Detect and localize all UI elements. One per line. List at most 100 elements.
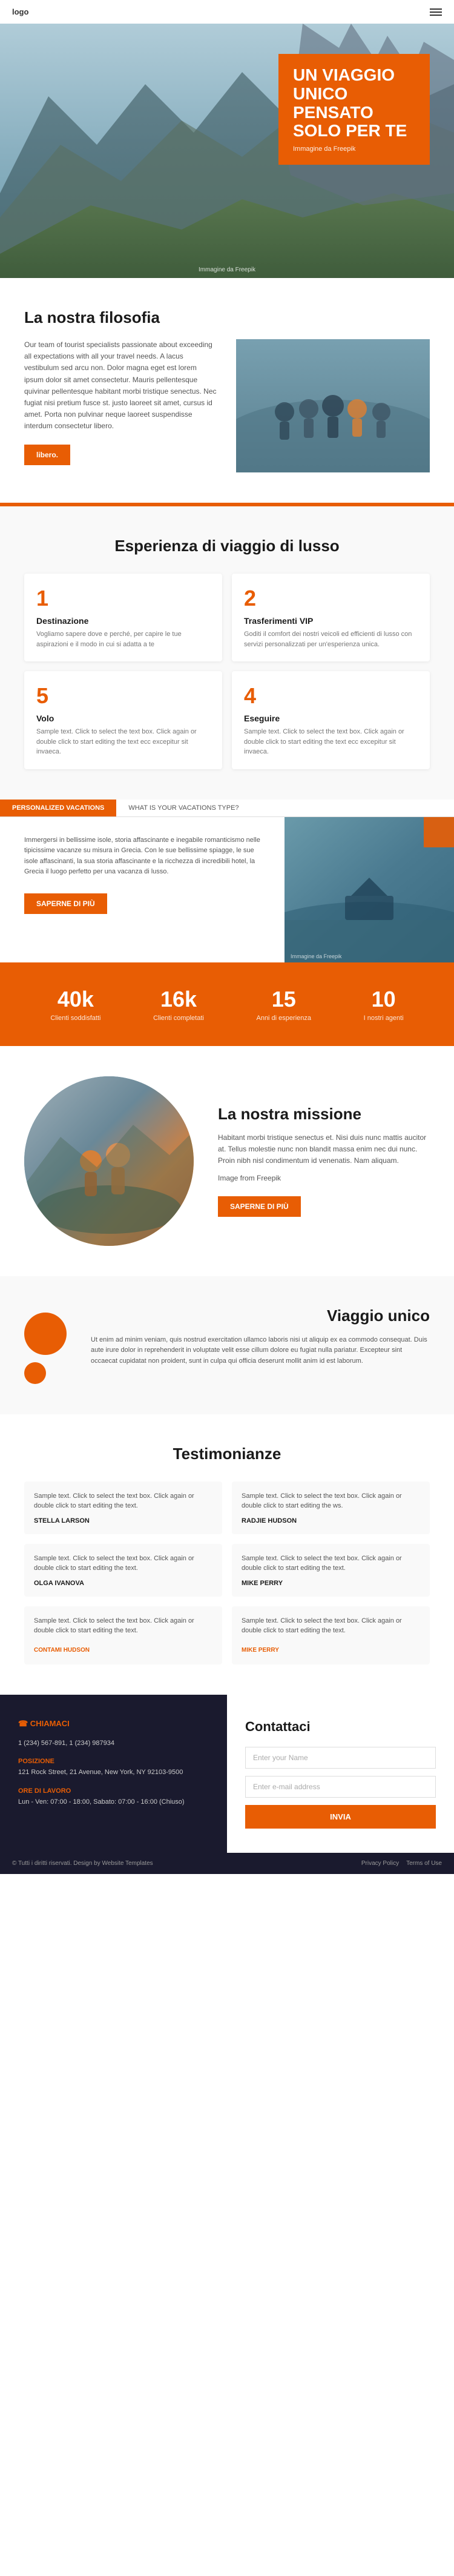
orange-circle-large: [24, 1313, 67, 1355]
tab-vacations-type[interactable]: WHAT IS YOUR VACATIONS TYPE?: [116, 800, 251, 816]
orange-circle-small: [24, 1362, 46, 1384]
hero-credit: Immagine da Freepik: [199, 267, 255, 273]
luxury-card-4-text: Sample text. Click to select the text bo…: [244, 727, 418, 757]
philosophy-content: Our team of tourist specialists passiona…: [24, 339, 430, 472]
testimonial-5-text: Sample text. Click to select the text bo…: [34, 1616, 212, 1636]
luxury-card-1: 1 Destinazione Vogliamo sapere dove e pe…: [24, 574, 222, 661]
footer-copyright: © Tutti i diritti riservati. Design by W…: [12, 1860, 153, 1867]
phone-text: 1 (234) 567-891, 1 (234) 987934: [18, 1738, 209, 1749]
luxury-card-3-text: Sample text. Click to select the text bo…: [36, 727, 210, 757]
philosophy-title: La nostra filosofia: [24, 308, 430, 327]
stat-4-label: I nostri agenti: [364, 1015, 404, 1022]
testimonial-5: Sample text. Click to select the text bo…: [24, 1606, 222, 1664]
phone-label: ☎ CHIAMACI: [18, 1719, 209, 1729]
stat-1-label: Clienti soddisfatti: [50, 1015, 100, 1022]
stat-3-label: Anni di esperienza: [256, 1015, 311, 1022]
stat-4: 10 I nostri agenti: [364, 987, 404, 1022]
testimonial-2-name: RADJIE HUDSON: [242, 1517, 420, 1525]
address-label: POSIZIONE: [18, 1758, 209, 1765]
footer: © Tutti i diritti riservati. Design by W…: [0, 1853, 454, 1874]
phone-item: 1 (234) 567-891, 1 (234) 987934: [18, 1738, 209, 1749]
mission-title: La nostra missione: [218, 1105, 430, 1124]
philosophy-image: [236, 339, 430, 472]
luxury-grid: 1 Destinazione Vogliamo sapere dove e pe…: [24, 574, 430, 769]
philosophy-section: La nostra filosofia Our team of tourist …: [0, 278, 454, 503]
testimonial-1-name: STELLA LARSON: [34, 1517, 212, 1525]
hero-content-box: UN VIAGGIO UNICO PENSATO SOLO PER TE Imm…: [278, 54, 430, 165]
stat-2-number: 16k: [153, 987, 204, 1012]
submit-button[interactable]: INVIA: [245, 1805, 436, 1829]
personalized-credit: Immagine da Freepik: [291, 953, 342, 959]
testimonial-4-text: Sample text. Click to select the text bo…: [242, 1554, 420, 1574]
footer-privacy[interactable]: Privacy Policy: [361, 1860, 399, 1867]
stat-3: 15 Anni di esperienza: [256, 987, 311, 1022]
stat-3-number: 15: [256, 987, 311, 1012]
testimonial-3: Sample text. Click to select the text bo…: [24, 1544, 222, 1597]
testimonial-4: Sample text. Click to select the text bo…: [232, 1544, 430, 1597]
mission-section: La nostra missione Habitant morbi tristi…: [0, 1046, 454, 1276]
stat-1-number: 40k: [50, 987, 100, 1012]
philosophy-text: Our team of tourist specialists passiona…: [24, 339, 218, 465]
luxury-card-4: 4 Eseguire Sample text. Click to select …: [232, 671, 430, 769]
luxury-card-4-title: Eseguire: [244, 714, 418, 723]
testimonial-2: Sample text. Click to select the text bo…: [232, 1482, 430, 1534]
mission-paragraph: Habitant morbi tristique senectus et. Ni…: [218, 1132, 430, 1167]
mission-image-svg: [24, 1076, 194, 1246]
personalized-paragraph: Immergersi in bellissime isole, storia a…: [24, 835, 266, 878]
mission-image: [24, 1076, 194, 1246]
header: logo: [0, 0, 454, 24]
philosophy-btn[interactable]: libero.: [24, 445, 70, 465]
testimonial-1-text: Sample text. Click to select the text bo…: [34, 1491, 212, 1511]
luxury-card-4-number: 4: [244, 683, 418, 709]
tab-personalized[interactable]: PERSONALIZED VACATIONS: [0, 800, 116, 816]
unique-decoration: [24, 1306, 67, 1384]
footer-terms[interactable]: Terms of Use: [406, 1860, 442, 1867]
personalized-btn[interactable]: SAPERNE DI PIÙ: [24, 893, 107, 914]
testimonial-6: Sample text. Click to select the text bo…: [232, 1606, 430, 1664]
testimonial-6-link[interactable]: MIKE PERRY: [242, 1647, 279, 1654]
contact-form: Contattaci INVIA: [227, 1695, 454, 1853]
hamburger-button[interactable]: [430, 8, 442, 16]
email-input[interactable]: [245, 1776, 436, 1798]
personalized-section: PERSONALIZED VACATIONS WHAT IS YOUR VACA…: [0, 800, 454, 962]
logo: logo: [12, 7, 28, 16]
philosophy-image-inner: [236, 339, 430, 472]
luxury-card-2-title: Trasferimenti VIP: [244, 616, 418, 626]
stat-2: 16k Clienti completati: [153, 987, 204, 1022]
hero-section: UN VIAGGIO UNICO PENSATO SOLO PER TE Imm…: [0, 24, 454, 278]
luxury-card-2-text: Goditi il comfort dei nostri veicoli ed …: [244, 629, 418, 649]
personalized-content: Immergersi in bellissime isole, storia a…: [0, 817, 454, 962]
testimonial-5-link[interactable]: CONTAMI HUDSON: [34, 1647, 90, 1654]
testimonial-6-text: Sample text. Click to select the text bo…: [242, 1616, 420, 1636]
mission-btn[interactable]: SAPERNE DI PIÙ: [218, 1196, 301, 1217]
luxury-card-1-number: 1: [36, 586, 210, 611]
luxury-card-1-title: Destinazione: [36, 616, 210, 626]
testimonial-3-name: OLGA IVANOVA: [34, 1580, 212, 1587]
stat-2-label: Clienti completati: [153, 1015, 204, 1022]
luxury-card-2: 2 Trasferimenti VIP Goditi il comfort de…: [232, 574, 430, 661]
name-input[interactable]: [245, 1747, 436, 1769]
hero-title: UN VIAGGIO UNICO PENSATO SOLO PER TE: [293, 66, 415, 141]
hours-item: ORE DI LAVORO Lun - Ven: 07:00 - 18:00, …: [18, 1787, 209, 1807]
personalized-image: Immagine da Freepik: [285, 817, 454, 962]
luxury-title: Esperienza di viaggio di lusso: [24, 537, 430, 555]
mission-credit: Image from Freepik: [218, 1173, 430, 1184]
testimonial-4-name: MIKE PERRY: [242, 1580, 420, 1587]
footer-links: Privacy Policy Terms of Use: [361, 1860, 442, 1867]
unique-paragraph: Ut enim ad minim veniam, quis nostrud ex…: [91, 1335, 430, 1367]
luxury-card-3-title: Volo: [36, 714, 210, 723]
hours-text: Lun - Ven: 07:00 - 18:00, Sabato: 07:00 …: [18, 1797, 209, 1807]
stats-section: 40k Clienti soddisfatti 16k Clienti comp…: [0, 962, 454, 1046]
testimonials-grid: Sample text. Click to select the text bo…: [24, 1482, 430, 1664]
mission-text: La nostra missione Habitant morbi tristi…: [218, 1105, 430, 1217]
luxury-card-1-text: Vogliamo sapere dove e perché, per capir…: [36, 629, 210, 649]
address-item: POSIZIONE 121 Rock Street, 21 Avenue, Ne…: [18, 1758, 209, 1778]
philosophy-paragraph: Our team of tourist specialists passiona…: [24, 339, 218, 432]
form-title: Contattaci: [245, 1719, 436, 1735]
testimonials-section: Testimonianze Sample text. Click to sele…: [0, 1414, 454, 1695]
stat-1: 40k Clienti soddisfatti: [50, 987, 100, 1022]
personalized-text-box: Immergersi in bellissime isole, storia a…: [0, 817, 285, 962]
testimonial-1: Sample text. Click to select the text bo…: [24, 1482, 222, 1534]
contact-info: ☎ CHIAMACI 1 (234) 567-891, 1 (234) 9879…: [0, 1695, 227, 1853]
testimonials-title: Testimonianze: [24, 1445, 430, 1463]
